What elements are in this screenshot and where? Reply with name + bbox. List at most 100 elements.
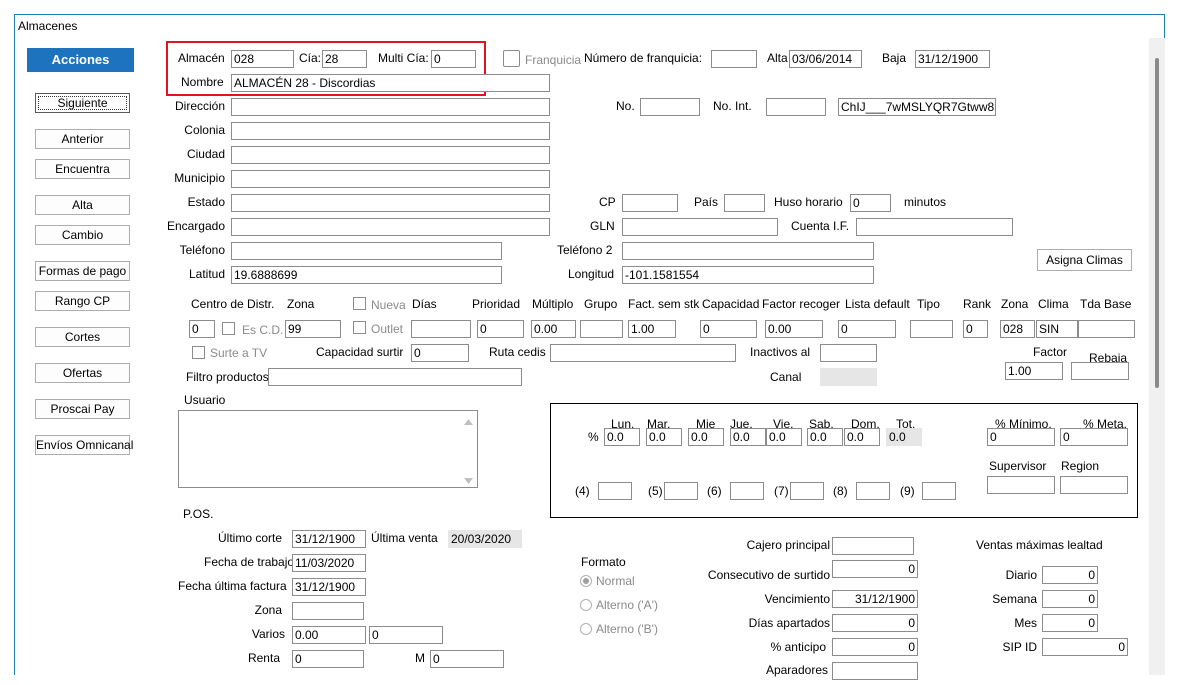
cp-input[interactable] xyxy=(622,194,678,212)
slot-input-5[interactable] xyxy=(664,482,698,500)
rank-input[interactable]: 0 xyxy=(963,320,988,338)
alta-date-input[interactable]: 03/06/2014 xyxy=(789,50,862,68)
dias-apartados-input[interactable]: 0 xyxy=(832,614,918,632)
almacen-input[interactable]: 028 xyxy=(231,50,294,68)
day-input-vie[interactable]: 0.0 xyxy=(766,428,802,446)
longitud-input[interactable]: -101.1581554 xyxy=(622,266,874,284)
asigna-climas-button[interactable]: Asigna Climas xyxy=(1037,249,1132,271)
anterior-button[interactable]: Anterior xyxy=(35,129,130,149)
municipio-input[interactable] xyxy=(231,170,550,188)
grupo-input[interactable] xyxy=(580,320,623,338)
telefono2-input[interactable] xyxy=(622,242,874,260)
region-input[interactable] xyxy=(1060,476,1128,494)
slot-input-9[interactable] xyxy=(922,482,956,500)
zona-input[interactable]: 99 xyxy=(285,320,341,338)
no-input[interactable] xyxy=(640,98,700,116)
encargado-input[interactable] xyxy=(231,218,550,236)
ofertas-button[interactable]: Ofertas xyxy=(35,363,130,383)
es-cd-checkbox[interactable] xyxy=(222,322,235,335)
fact-sem-input[interactable]: 1.00 xyxy=(628,320,676,338)
renta-input[interactable]: 0 xyxy=(292,650,364,668)
nueva-checkbox[interactable] xyxy=(353,297,366,310)
filtro-productos-input[interactable] xyxy=(268,368,522,386)
tda-base-input[interactable] xyxy=(1078,320,1135,338)
varios-input-2[interactable]: 0 xyxy=(369,626,443,644)
sip-input[interactable]: 0 xyxy=(1042,638,1128,656)
capacidad-surtir-input[interactable]: 0 xyxy=(411,344,469,362)
surte-checkbox[interactable] xyxy=(192,346,205,359)
factor-recoger-input[interactable]: 0.00 xyxy=(765,320,823,338)
supervisor-input[interactable] xyxy=(987,476,1055,494)
vencimiento-input[interactable]: 31/12/1900 xyxy=(832,590,918,608)
inactivos-input[interactable] xyxy=(820,344,877,362)
nombre-input[interactable]: ALMACÉN 28 - Discordias xyxy=(231,74,550,92)
colonia-input[interactable] xyxy=(231,122,550,140)
diario-input[interactable]: 0 xyxy=(1042,566,1098,584)
semana-input[interactable]: 0 xyxy=(1042,590,1098,608)
baja-date-input[interactable]: 31/12/1900 xyxy=(915,50,990,68)
textarea-scrollbar[interactable] xyxy=(460,411,477,487)
tipo-input[interactable] xyxy=(910,320,953,338)
envios-omnicanal-button[interactable]: Envíos Omnicanal xyxy=(35,435,133,455)
alterno-b-radio[interactable] xyxy=(580,623,592,635)
pais-input[interactable] xyxy=(724,194,765,212)
capacidad-input[interactable]: 0 xyxy=(700,320,757,338)
mes-input[interactable]: 0 xyxy=(1042,614,1098,632)
min-input[interactable]: 0 xyxy=(987,428,1055,446)
gln-input[interactable] xyxy=(622,218,778,236)
outlet-checkbox[interactable] xyxy=(353,321,366,334)
consecutivo-input[interactable]: 0 xyxy=(832,560,918,578)
day-input-sab[interactable]: 0.0 xyxy=(807,428,843,446)
num-franquicia-input[interactable] xyxy=(711,50,757,68)
slot-input-8[interactable] xyxy=(856,482,890,500)
no-int-input[interactable] xyxy=(766,98,826,116)
ciudad-input[interactable] xyxy=(231,146,550,164)
proscai-pay-button[interactable]: Proscai Pay xyxy=(35,399,130,419)
latitud-input[interactable]: 19.6888699 xyxy=(231,266,502,284)
ruta-cedis-input[interactable] xyxy=(550,344,736,362)
alterno-a-radio[interactable] xyxy=(580,599,592,611)
dias-input[interactable] xyxy=(411,320,471,338)
fecha-factura-input[interactable]: 31/12/1900 xyxy=(292,578,366,596)
slot-input-7[interactable] xyxy=(790,482,824,500)
day-input-mar[interactable]: 0.0 xyxy=(646,428,682,446)
prioridad-input[interactable]: 0 xyxy=(477,320,524,338)
pos-zona-input[interactable] xyxy=(292,602,364,620)
alta-button[interactable]: Alta xyxy=(35,195,130,215)
rebaja-input[interactable] xyxy=(1071,362,1129,380)
slot-input-4[interactable] xyxy=(598,482,632,500)
direccion-input[interactable] xyxy=(231,98,550,116)
ultimo-corte-input[interactable]: 31/12/1900 xyxy=(292,530,366,548)
cajero-input[interactable] xyxy=(832,537,914,555)
cuenta-input[interactable] xyxy=(856,218,1013,236)
clima-input[interactable]: SIN xyxy=(1036,320,1078,338)
day-input-dom[interactable]: 0.0 xyxy=(844,428,880,446)
lista-default-input[interactable]: 0 xyxy=(838,320,896,338)
m-input[interactable]: 0 xyxy=(430,650,504,668)
day-input-mie[interactable]: 0.0 xyxy=(688,428,724,446)
fecha-trabajo-input[interactable]: 11/03/2020 xyxy=(292,554,366,572)
varios-input-1[interactable]: 0.00 xyxy=(292,626,366,644)
huso-input[interactable]: 0 xyxy=(850,194,891,212)
slot-input-6[interactable] xyxy=(730,482,764,500)
day-input-lun[interactable]: 0.0 xyxy=(604,428,640,446)
siguiente-button[interactable]: Siguiente xyxy=(35,93,130,113)
franquicia-checkbox[interactable] xyxy=(503,50,520,67)
telefono-input[interactable] xyxy=(231,242,502,260)
multiplo-input[interactable]: 0.00 xyxy=(531,320,576,338)
anticipo-input[interactable]: 0 xyxy=(832,638,918,656)
aparadores-input[interactable] xyxy=(832,662,918,680)
multicia-input[interactable]: 0 xyxy=(431,50,476,68)
cia-input[interactable]: 28 xyxy=(322,50,367,68)
rango-cp-button[interactable]: Rango CP xyxy=(35,291,130,311)
centro-input[interactable]: 0 xyxy=(189,320,215,338)
place-id-input[interactable]: ChIJ___7wMSLYQR7Gtww8rJ xyxy=(838,98,996,116)
cortes-button[interactable]: Cortes xyxy=(35,327,130,347)
formas-de-pago-button[interactable]: Formas de pago xyxy=(35,261,130,281)
scrollbar-thumb[interactable] xyxy=(1155,58,1159,388)
meta-input[interactable]: 0 xyxy=(1060,428,1128,446)
factor-input[interactable]: 1.00 xyxy=(1005,362,1063,380)
estado-input[interactable] xyxy=(231,194,550,212)
zona2-input[interactable]: 028 xyxy=(1000,320,1035,338)
normal-radio[interactable] xyxy=(580,575,592,587)
